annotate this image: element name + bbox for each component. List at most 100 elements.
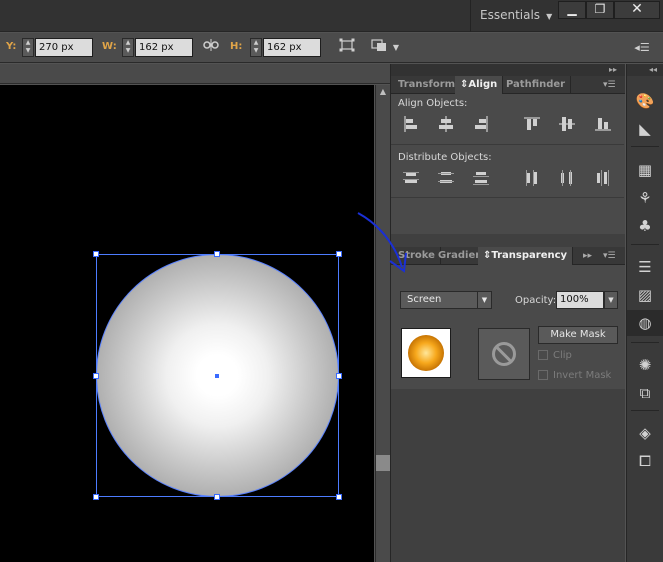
clip-checkbox[interactable]: Clip <box>538 350 572 361</box>
panel-menu-icon[interactable]: ◂☰ <box>632 38 652 57</box>
distribute-bottom-icon[interactable] <box>473 170 489 186</box>
invert-mask-label: Invert Mask <box>553 370 612 381</box>
no-mask-icon <box>492 342 516 366</box>
invert-mask-checkbox[interactable]: Invert Mask <box>538 370 611 381</box>
mask-thumbnail[interactable] <box>478 328 530 380</box>
chevron-down-icon: ▼ <box>546 12 553 21</box>
distribute-right-icon[interactable] <box>595 170 611 186</box>
panel-menu-icon[interactable]: ▾☰ <box>603 76 616 94</box>
height-field[interactable]: 162 px <box>263 38 321 57</box>
vertical-scrollbar[interactable]: ▲ <box>375 85 390 562</box>
clip-label: Clip <box>553 350 572 361</box>
color-icon[interactable]: ◣ <box>627 116 663 142</box>
thumbnail-preview <box>408 335 444 371</box>
tab-transparency-label: Transparency <box>491 250 568 261</box>
control-bar: Y: ▲ ▼ 270 px W: ▲ ▼ 162 px H: ▲ ▼ 162 px ▼… <box>0 33 663 63</box>
annotation-arrow-icon <box>357 212 407 273</box>
resize-handle-top-right[interactable] <box>336 251 342 257</box>
transform-icon[interactable] <box>336 38 358 57</box>
artwork-thumbnail[interactable] <box>401 328 451 378</box>
resize-handle-left[interactable] <box>93 373 99 379</box>
transparency-panel-tabs: Stroke Gradien ⇕Transparency ▸▸ ▾☰ <box>391 247 625 265</box>
section-divider <box>391 144 624 145</box>
panel-gap <box>391 234 625 247</box>
appearance-icon[interactable]: ✺ <box>627 352 663 378</box>
opacity-dropdown-icon[interactable]: ▼ <box>604 291 618 309</box>
y-field[interactable]: 270 px <box>35 38 93 57</box>
make-mask-button[interactable]: Make Mask <box>538 326 618 344</box>
resize-handle-bottom[interactable] <box>214 494 220 500</box>
width-label: W: <box>102 41 117 52</box>
blend-mode-select[interactable]: Screen ▼ <box>400 291 492 309</box>
scrollbar-thumb[interactable] <box>376 455 390 471</box>
resize-handle-right[interactable] <box>336 373 342 379</box>
y-spinner[interactable]: ▲ ▼ <box>22 38 34 57</box>
tab-pathfinder[interactable]: Pathfinder <box>501 76 572 94</box>
panel-column: ▸▸ Transform ⇕Align Pathfinder ▾☰ Align … <box>390 64 625 562</box>
artboards-icon[interactable]: ⧠ <box>627 448 663 474</box>
align-panel-tabs: Transform ⇕Align Pathfinder ▾☰ <box>391 76 625 94</box>
gradient-icon[interactable]: ▨ <box>627 282 663 308</box>
transparency-icon[interactable]: ◍ <box>627 310 663 336</box>
tab-align-label: Align <box>468 79 498 90</box>
height-label: H: <box>230 41 243 52</box>
blend-mode-value: Screen <box>407 294 442 305</box>
distribute-horizontal-center-icon[interactable] <box>559 170 575 186</box>
opacity-label: Opacity: <box>515 295 557 306</box>
resize-handle-bottom-left[interactable] <box>93 494 99 500</box>
center-point <box>215 374 219 378</box>
chevron-down-icon: ▼ <box>477 292 491 308</box>
distribute-left-icon[interactable] <box>524 170 540 186</box>
brushes-icon[interactable]: ⚘ <box>627 185 663 211</box>
align-objects-label: Align Objects: <box>398 98 468 109</box>
height-spinner[interactable]: ▲ ▼ <box>250 38 262 57</box>
color-guide-icon[interactable]: 🎨 <box>627 88 663 114</box>
panel-menu-icon[interactable]: ▾☰ <box>603 247 616 265</box>
close-button[interactable]: ✕ <box>614 1 660 19</box>
scroll-up-icon[interactable]: ▲ <box>376 87 390 97</box>
tab-transform[interactable]: Transform <box>393 76 462 94</box>
checkbox-box <box>538 350 548 360</box>
workspace-switcher[interactable]: Essentials ▼ <box>470 0 554 32</box>
checkbox-box <box>538 370 548 380</box>
align-right-icon[interactable] <box>473 116 489 132</box>
symbols-icon[interactable]: ♣ <box>627 213 663 239</box>
chevron-down-icon[interactable]: ▼ <box>391 38 401 57</box>
layers-icon[interactable]: ◈ <box>627 420 663 446</box>
align-panel: Align Objects: Distribute Objects: <box>391 94 625 234</box>
expand-panels-icon[interactable]: ◂◂ <box>627 64 663 76</box>
align-top-icon[interactable] <box>524 116 540 132</box>
workspace-label: Essentials <box>480 8 541 22</box>
isolate-icon[interactable] <box>368 38 390 57</box>
align-horizontal-center-icon[interactable] <box>438 116 454 132</box>
resize-handle-top[interactable] <box>214 251 220 257</box>
distribute-top-icon[interactable] <box>403 170 419 186</box>
icon-dock: ◂◂ 🎨 ◣ ▦ ⚘ ♣ ☰ ▨ ◍ ✺ ⧉ ◈ ⧠ <box>626 64 663 562</box>
section-divider <box>391 197 624 198</box>
width-spinner[interactable]: ▲ ▼ <box>122 38 134 57</box>
minimize-button[interactable]: ▁ <box>558 1 586 19</box>
swatches-icon[interactable]: ▦ <box>627 157 663 183</box>
opacity-field[interactable]: 100% <box>556 291 604 309</box>
document-tab-bar <box>0 64 390 84</box>
graphic-styles-icon[interactable]: ⧉ <box>627 380 663 406</box>
distribute-objects-label: Distribute Objects: <box>398 152 492 163</box>
artboard-canvas[interactable] <box>0 85 374 562</box>
tab-align[interactable]: ⇕Align <box>455 76 504 94</box>
align-bottom-icon[interactable] <box>595 116 611 132</box>
width-field[interactable]: 162 px <box>135 38 193 57</box>
transparency-panel: Screen ▼ Opacity: 100% ▼ Make Mask Clip … <box>391 265 625 389</box>
more-tabs-icon[interactable]: ▸▸ <box>583 247 592 265</box>
link-icon[interactable] <box>201 38 221 57</box>
y-label: Y: <box>6 41 17 52</box>
maximize-button[interactable]: ❐ <box>586 1 614 19</box>
resize-handle-bottom-right[interactable] <box>336 494 342 500</box>
align-left-icon[interactable] <box>403 116 419 132</box>
stroke-icon[interactable]: ☰ <box>627 254 663 280</box>
collapse-panels-icon[interactable]: ▸▸ <box>391 64 625 76</box>
tab-transparency[interactable]: ⇕Transparency <box>478 247 574 265</box>
resize-handle-top-left[interactable] <box>93 251 99 257</box>
distribute-vertical-center-icon[interactable] <box>438 170 454 186</box>
align-vertical-center-icon[interactable] <box>559 116 575 132</box>
title-bar: Essentials ▼ ▁ ❐ ✕ <box>0 0 663 32</box>
